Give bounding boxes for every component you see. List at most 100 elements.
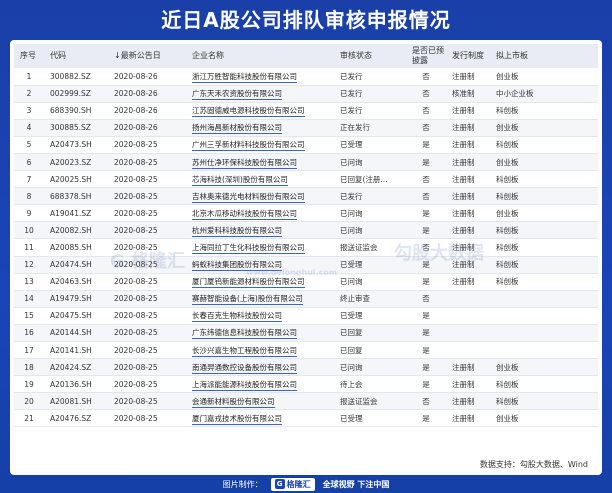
company-link[interactable]: 厦门厦钨新能源材料股份有限公司 <box>192 277 305 289</box>
row-company-name: 南通羿通数控设备股份有限公司 <box>186 358 334 377</box>
header-board[interactable]: 拟上市板 <box>490 44 598 68</box>
watermark-url: www.gelonghui.com <box>246 268 338 277</box>
row-code: A19041.SZ <box>44 204 108 223</box>
row-disclosed: 否 <box>406 392 446 411</box>
table-row[interactable]: 19 A20136.SH 2020-08-25 上海派能能源科技股份有限公司 待上会是注… <box>14 375 598 394</box>
row-system: 注册制 <box>446 221 490 240</box>
row-board: 科创板 <box>490 256 598 274</box>
row-board: 科创板 <box>490 136 598 154</box>
row-system <box>446 290 490 308</box>
header-name[interactable]: 企业名称 <box>186 44 334 68</box>
row-status: 已问询 <box>334 358 406 377</box>
company-link[interactable]: 江苏固德威电源科技股份有限公司 <box>192 106 305 118</box>
row-date: 2020-08-25 <box>108 307 186 325</box>
table-row[interactable]: 9 A19041.SZ 2020-08-25 北京木瓜移动科技股份有限公司 已问询是注册… <box>14 204 598 223</box>
page-title: 近日A股公司排队审核申报情况 <box>161 8 451 32</box>
row-system: 核准制 <box>446 85 490 103</box>
table-row[interactable]: 14 A19479.SH 2020-08-25 赛赫智能设备(上海)股份有限公司 终止审… <box>14 290 598 308</box>
table-row[interactable]: 17 A20141.SH 2020-08-25 长沙兴嘉生物工程股份有限公司 已回复是 <box>14 341 598 360</box>
company-link[interactable]: 长沙兴嘉生物工程股份有限公司 <box>192 345 297 357</box>
header-idx[interactable]: 序号 <box>14 44 44 68</box>
table-row[interactable]: 7 A20025.SH 2020-08-25 芯海科技(深圳)股份有限公司 已回复(注册… <box>14 170 598 189</box>
row-status: 已受理 <box>334 136 406 154</box>
row-idx: 13 <box>14 273 44 291</box>
ipo-queue-table: 序号 代码 ↓最新公告日 企业名称 审核状态 是否已预披露 发行制度 拟上市板 … <box>14 44 598 428</box>
row-code: A20085.SH <box>44 238 108 257</box>
row-board: 科创板 <box>490 375 598 394</box>
row-code: A20082.SH <box>44 221 108 240</box>
table-row[interactable]: 8 688378.SH 2020-08-25 吉林奥来德光电材料股份有限公司 已发行否注… <box>14 187 598 206</box>
watermark-text: 勾股大数据 <box>394 243 484 264</box>
row-board: 创业板 <box>490 409 598 428</box>
company-link[interactable]: 广州三孚新材料科技股份有限公司 <box>192 140 305 152</box>
row-idx: 17 <box>14 341 44 360</box>
row-status: 正在发行 <box>334 119 406 137</box>
company-link[interactable]: 北京木瓜移动科技股份有限公司 <box>192 208 297 220</box>
header-system[interactable]: 发行制度 <box>446 44 490 68</box>
table-row[interactable]: 3 688390.SH 2020-08-26 江苏固德威电源科技股份有限公司 已发行否注… <box>14 102 598 120</box>
row-code: A19479.SH <box>44 290 108 308</box>
company-link[interactable]: 会通新材料股份有限公司 <box>192 396 275 408</box>
row-status: 已发行 <box>334 68 406 86</box>
table-row[interactable]: 21 A20476.SZ 2020-08-25 厦门嘉戎技术股份有限公司 已受理是注册制… <box>14 409 598 428</box>
table-panel: 序号 代码 ↓最新公告日 企业名称 审核状态 是否已预披露 发行制度 拟上市板 … <box>10 40 602 475</box>
row-company-name: 吉林奥来德光电材料股份有限公司 <box>186 187 334 206</box>
company-link[interactable]: 上海派能能源科技股份有限公司 <box>192 379 297 391</box>
row-company-name: 江苏固德威电源科技股份有限公司 <box>186 102 334 120</box>
row-date: 2020-08-25 <box>108 324 186 343</box>
footer-made-by: 图片制作： <box>222 479 263 489</box>
table-row[interactable]: 18 A20424.SZ 2020-08-25 南通羿通数控设备股份有限公司 已问询是注… <box>14 358 598 377</box>
company-link[interactable]: 南通羿通数控设备股份有限公司 <box>192 362 297 374</box>
company-link[interactable]: 长春百克生物科技股份公司 <box>192 311 282 323</box>
company-link[interactable]: 芯海科技(深圳)股份有限公司 <box>192 174 288 186</box>
row-date: 2020-08-26 <box>108 119 186 137</box>
row-date: 2020-08-25 <box>108 153 186 172</box>
row-disclosed: 否 <box>406 187 446 206</box>
footer-logo: G 格隆汇 <box>270 477 315 491</box>
table-row[interactable]: 16 A20144.SH 2020-08-25 广东纬德信息科技股份有限公司 已回复是 <box>14 324 598 343</box>
row-code: A20475.SH <box>44 307 108 325</box>
table-row[interactable]: 15 A20475.SH 2020-08-25 长春百克生物科技股份公司 已受理是 <box>14 307 598 325</box>
row-system: 注册制 <box>446 119 490 137</box>
row-status: 已发行 <box>334 187 406 206</box>
table-row[interactable]: 10 A20082.SH 2020-08-25 杭州爱科科技股份有限公司 已问询是注册制… <box>14 221 598 240</box>
header-code[interactable]: 代码 <box>44 44 108 68</box>
company-link[interactable]: 苏州仕净环保科技股份有限公司 <box>192 157 297 169</box>
row-system <box>446 324 490 343</box>
logo-text: 格隆汇 <box>286 479 311 489</box>
row-idx: 5 <box>14 136 44 154</box>
company-link[interactable]: 赛赫智能设备(上海)股份有限公司 <box>192 294 303 306</box>
company-link[interactable]: 杭州爱科科技股份有限公司 <box>192 225 282 237</box>
table-row[interactable]: 2 002999.SZ 2020-08-26 广东天禾农资股份有限公司 已发行否核准制中… <box>14 85 598 103</box>
company-link[interactable]: 吉林奥来德光电材料股份有限公司 <box>192 191 305 203</box>
company-link[interactable]: 扬州海昌新材股份有限公司 <box>192 123 282 135</box>
company-link[interactable]: 浙江万胜智能科技股份有限公司 <box>192 71 297 83</box>
data-source: 数据支持：勾股大数据、Wind <box>479 460 588 469</box>
row-code: A20025.SH <box>44 170 108 189</box>
row-status: 已发行 <box>334 102 406 120</box>
company-link[interactable]: 上海同拉丁生化科技股份有限公司 <box>192 242 305 254</box>
table-row[interactable]: 11 A20085.SH 2020-08-25 上海同拉丁生化科技股份有限公司 报送证监… <box>14 238 598 257</box>
table-row[interactable]: 1 300882.SZ 2020-08-26 浙江万胜智能科技股份有限公司 已发行否注册… <box>14 68 598 86</box>
row-company-name: 扬州海昌新材股份有限公司 <box>186 119 334 137</box>
company-link[interactable]: 广东天禾农资股份有限公司 <box>192 89 282 101</box>
row-code: A20473.SH <box>44 136 108 154</box>
row-date: 2020-08-25 <box>108 204 186 223</box>
row-idx: 9 <box>14 204 44 223</box>
table-row[interactable]: 5 A20473.SH 2020-08-25 广州三孚新材料科技股份有限公司 已受理是注… <box>14 136 598 154</box>
company-link[interactable]: 广东纬德信息科技股份有限公司 <box>192 328 297 340</box>
header-date[interactable]: ↓最新公告日 <box>108 44 186 68</box>
row-idx: 15 <box>14 307 44 325</box>
header-disclosed[interactable]: 是否已预披露 <box>406 44 446 68</box>
company-link[interactable]: 厦门嘉戎技术股份有限公司 <box>192 413 282 425</box>
header-status[interactable]: 审核状态 <box>334 44 406 68</box>
row-board: 科创板 <box>490 102 598 120</box>
row-date: 2020-08-25 <box>108 290 186 308</box>
table-row[interactable]: 6 A20023.SZ 2020-08-25 苏州仕净环保科技股份有限公司 已问询是注册… <box>14 153 598 172</box>
table-row[interactable]: 20 A20081.SH 2020-08-25 会通新材料股份有限公司 报送证监会否注册… <box>14 392 598 411</box>
row-code: A20141.SH <box>44 341 108 360</box>
watermark-logo: G 格隆汇 <box>110 251 186 272</box>
table-row[interactable]: 4 300885.SZ 2020-08-26 扬州海昌新材股份有限公司 正在发行否注册制… <box>14 119 598 137</box>
row-status: 已回复 <box>334 341 406 360</box>
row-status: 已受理 <box>334 307 406 325</box>
